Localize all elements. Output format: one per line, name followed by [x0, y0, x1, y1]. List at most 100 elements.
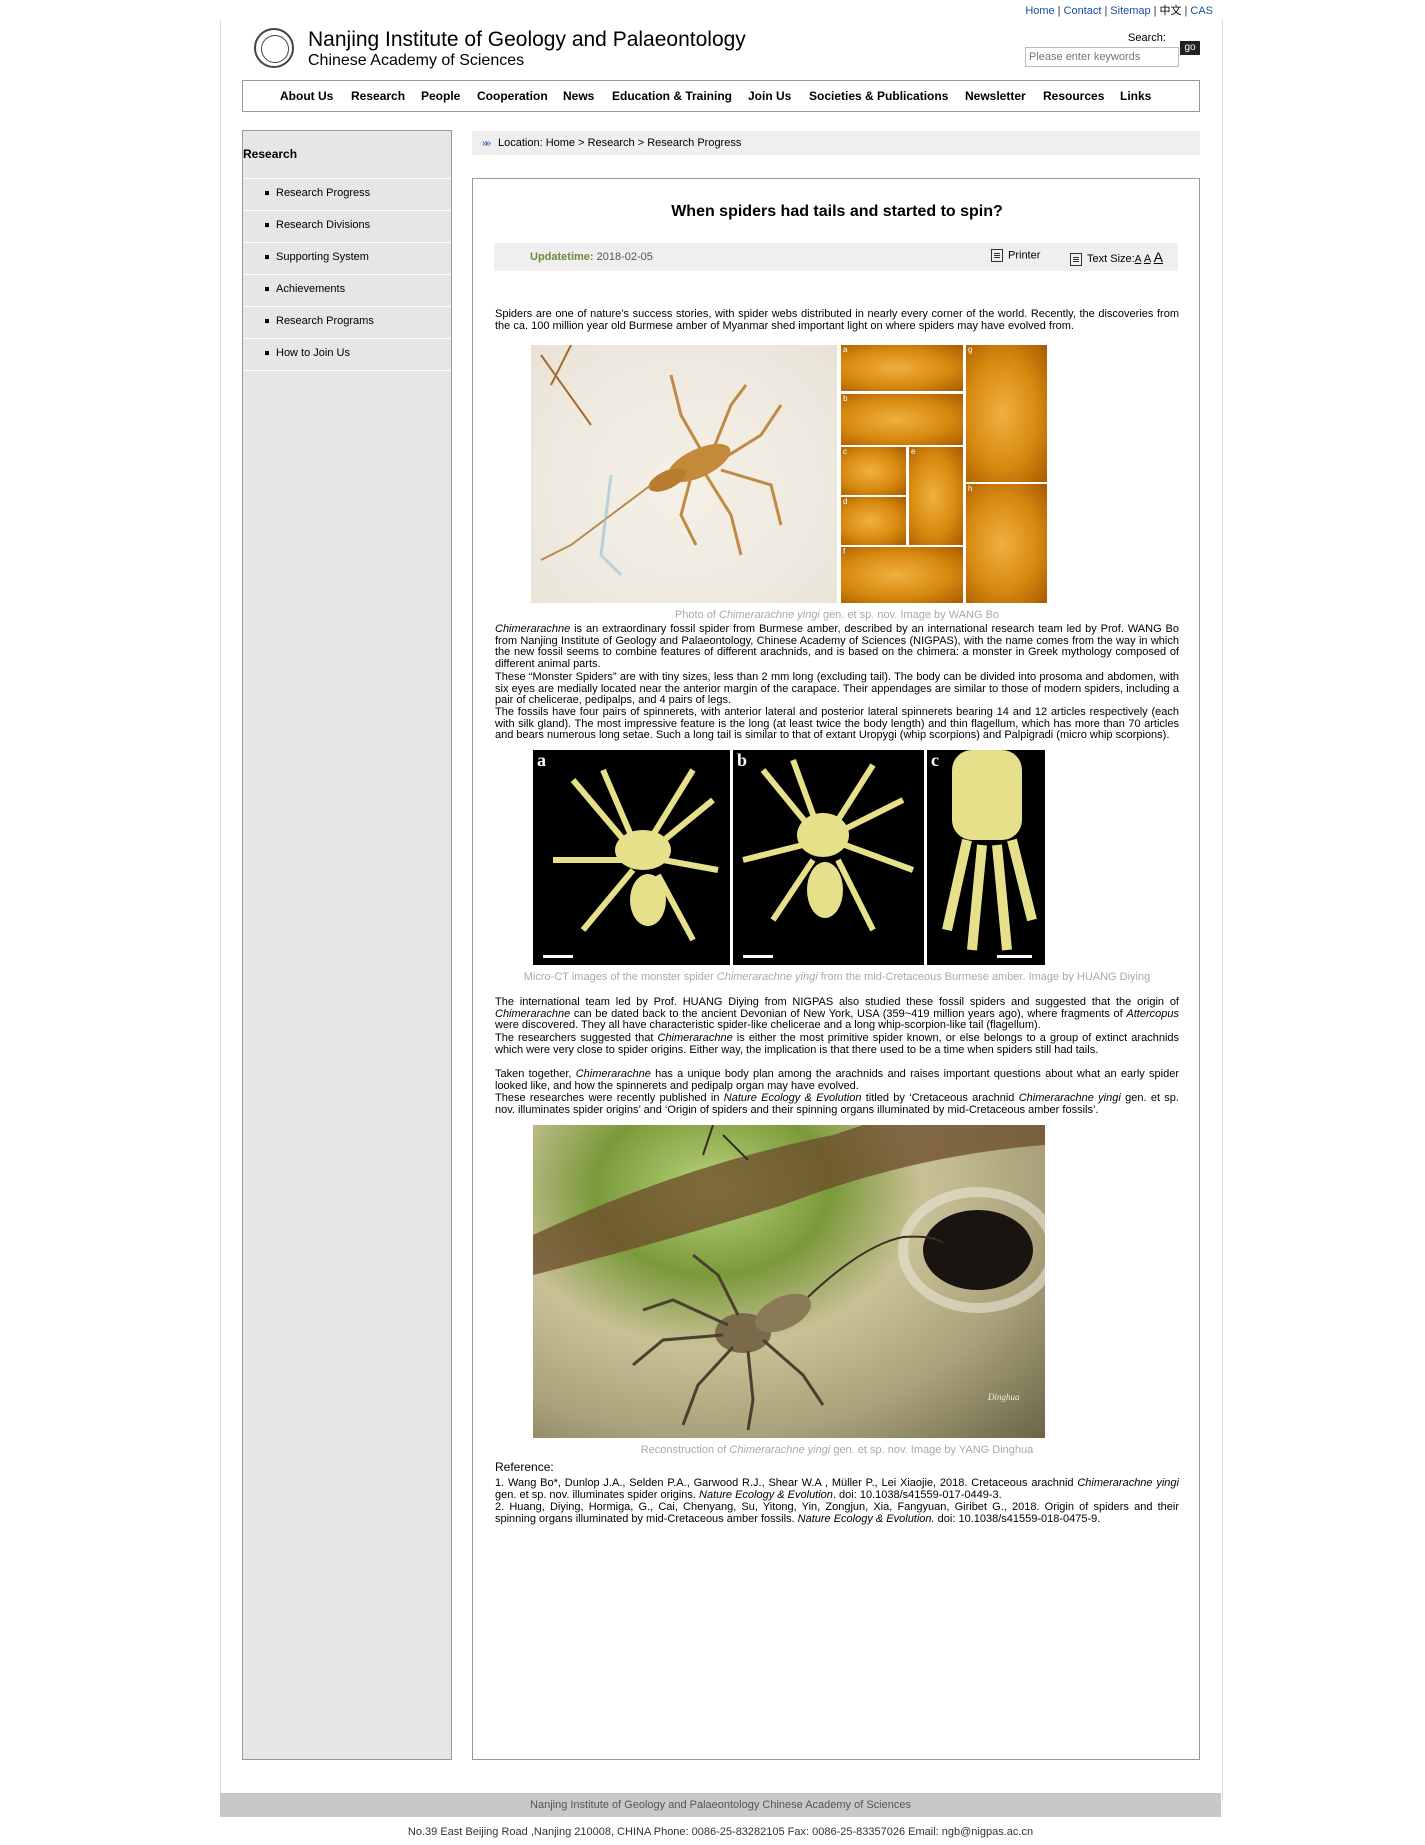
paragraph-international-team: The international team led by Prof. HUAN…	[495, 996, 1179, 1031]
top-links: Home | Contact | Sitemap | 中文 | CAS	[1025, 5, 1213, 17]
sidebar-item-label: How to Join Us	[276, 347, 350, 359]
footer-address: No.39 East Beijing Road ,Nanjing 210008,…	[407, 1826, 1034, 1838]
sidebar-item-research-programs[interactable]: Research Programs	[243, 306, 451, 337]
amber-panel-e: e	[909, 447, 963, 545]
nav-about-us[interactable]: About Us	[280, 89, 333, 103]
paragraph-monster-spiders: These “Monster Spiders” are with tiny si…	[495, 671, 1179, 706]
artist-signature: Dinghua	[987, 1392, 1020, 1402]
amber-panel-a: a	[841, 345, 963, 391]
sidebar-title: Research	[243, 147, 298, 161]
reference-1: 1. Wang Bo*, Dunlop J.A., Selden P.A., G…	[495, 1477, 1179, 1501]
amber-panel-c: c	[841, 447, 906, 495]
paragraph-chimerarachne: Chimerarachne is an extraordinary fossil…	[495, 623, 1179, 670]
sidebar-item-achievements[interactable]: Achievements	[243, 274, 451, 305]
site-title[interactable]: Nanjing Institute of Geology and Palaeon…	[308, 28, 746, 52]
amber-spider-photo	[531, 345, 837, 603]
nav-join-us[interactable]: Join Us	[748, 89, 791, 103]
nav-societies-publications[interactable]: Societies & Publications	[809, 89, 948, 103]
panel-label-g: g	[968, 345, 973, 354]
bullet-icon	[265, 223, 269, 227]
top-link-cas[interactable]: CAS	[1190, 5, 1213, 17]
amber-panel-g: g	[966, 345, 1047, 482]
top-link-chinese[interactable]: 中文	[1160, 5, 1182, 17]
paragraph-intro: Spiders are one of nature’s success stor…	[495, 308, 1179, 332]
update-time-label: Updatetime:	[530, 251, 594, 263]
panel-label-h: h	[968, 484, 973, 493]
sidebar-item-label: Achievements	[276, 283, 346, 295]
reconstruction-painting: Dinghua	[533, 1125, 1045, 1438]
top-link-home[interactable]: Home	[1025, 5, 1054, 17]
top-link-contact[interactable]: Contact	[1064, 5, 1102, 17]
reference-label: Reference:	[495, 1460, 554, 1474]
panel-label-a: a	[843, 345, 848, 354]
main-nav: About Us Research People Cooperation New…	[242, 80, 1200, 112]
bullet-icon	[265, 351, 269, 355]
micro-ct-panel-b: b	[733, 750, 924, 965]
nav-news[interactable]: News	[563, 89, 594, 103]
nav-research[interactable]: Research	[351, 89, 405, 103]
article-title: When spiders had tails and started to sp…	[671, 203, 1003, 220]
printer-icon	[991, 249, 1003, 262]
text-size-medium[interactable]: A	[1144, 253, 1151, 265]
footer-org: Nanjing Institute of Geology and Palaeon…	[220, 1793, 1221, 1817]
amber-spider-drawing	[540, 345, 783, 577]
document-icon	[1070, 252, 1082, 266]
breadcrumb: »» Location: Home > Research > Research …	[472, 131, 1200, 155]
nav-education-training[interactable]: Education & Training	[612, 89, 732, 103]
paragraph-publication: These researches were recently published…	[495, 1092, 1179, 1116]
figure-caption-1: Photo of Chimerarachne yingi gen. et sp.…	[674, 609, 1000, 621]
bullet-icon	[265, 255, 269, 259]
nav-resources[interactable]: Resources	[1043, 89, 1104, 103]
top-link-sitemap[interactable]: Sitemap	[1110, 5, 1150, 17]
bullet-icon	[265, 191, 269, 195]
text-size-large[interactable]: A	[1154, 249, 1163, 265]
nav-links[interactable]: Links	[1120, 89, 1151, 103]
site-subtitle: Chinese Academy of Sciences	[308, 52, 525, 69]
search-go-button[interactable]: go	[1180, 41, 1200, 55]
search-label: Search:	[1128, 32, 1166, 44]
nav-people[interactable]: People	[421, 89, 460, 103]
bullet-icon	[265, 319, 269, 323]
panel-label-e: e	[911, 447, 916, 456]
figure-caption-2: Micro-CT images of the monster spider Ch…	[523, 971, 1151, 983]
article: When spiders had tails and started to sp…	[472, 178, 1200, 1760]
double-arrow-icon: »»	[482, 138, 491, 149]
paragraph-primitive-spider: The researchers suggested that Chimerara…	[495, 1032, 1180, 1056]
text-size-small[interactable]: A	[1135, 254, 1142, 265]
sidebar-item-research-divisions[interactable]: Research Divisions	[243, 210, 451, 241]
panel-label-b: b	[843, 394, 848, 403]
micro-ct-panel-c: c	[927, 750, 1045, 965]
text-size-control: Text Size:A A A	[1070, 249, 1163, 266]
sidebar: Research Research Progress Research Divi…	[242, 130, 452, 1760]
sidebar-item-label: Research Progress	[276, 187, 371, 199]
sidebar-item-how-to-join-us[interactable]: How to Join Us	[243, 338, 451, 369]
panel-label-d: d	[843, 497, 848, 506]
breadcrumb-text[interactable]: Location: Home > Research > Research Pro…	[498, 137, 741, 149]
sidebar-item-label: Research Divisions	[276, 219, 371, 231]
text-size-label: Text Size:	[1087, 253, 1135, 265]
reference-2: 2. Huang, Diying, Hormiga, G., Cai, Chen…	[495, 1501, 1179, 1525]
figure-caption-3: Reconstruction of Chimerarachne yingi ge…	[640, 1444, 1034, 1456]
panel-label-f: f	[843, 547, 846, 556]
article-meta-bar: Updatetime: 2018-02-05 Printer Text Size…	[494, 243, 1178, 271]
sidebar-divider	[243, 370, 451, 371]
update-time: Updatetime: 2018-02-05	[530, 251, 653, 263]
sidebar-item-supporting-system[interactable]: Supporting System	[243, 242, 451, 273]
amber-panel-h: h	[966, 484, 1047, 603]
update-time-value: 2018-02-05	[596, 251, 653, 263]
nav-cooperation[interactable]: Cooperation	[477, 89, 548, 103]
amber-panel-b: b	[841, 394, 963, 445]
micro-ct-panel-a: a	[533, 750, 730, 965]
panel-label-c: c	[843, 447, 847, 456]
nav-newsletter[interactable]: Newsletter	[965, 89, 1026, 103]
printer-button[interactable]: Printer	[991, 249, 1040, 262]
ct-label-c: c	[931, 750, 939, 770]
printer-label: Printer	[1008, 249, 1041, 262]
ct-label-b: b	[737, 750, 748, 770]
institute-logo-icon[interactable]	[254, 28, 294, 68]
sidebar-item-research-progress[interactable]: Research Progress	[243, 178, 451, 209]
sidebar-item-label: Supporting System	[276, 251, 369, 263]
paragraph-body-plan: Taken together, Chimerarachne has a uniq…	[495, 1068, 1180, 1092]
paragraph-spinnerets: The fossils have four pairs of spinneret…	[495, 706, 1179, 741]
search-input[interactable]	[1025, 47, 1179, 67]
